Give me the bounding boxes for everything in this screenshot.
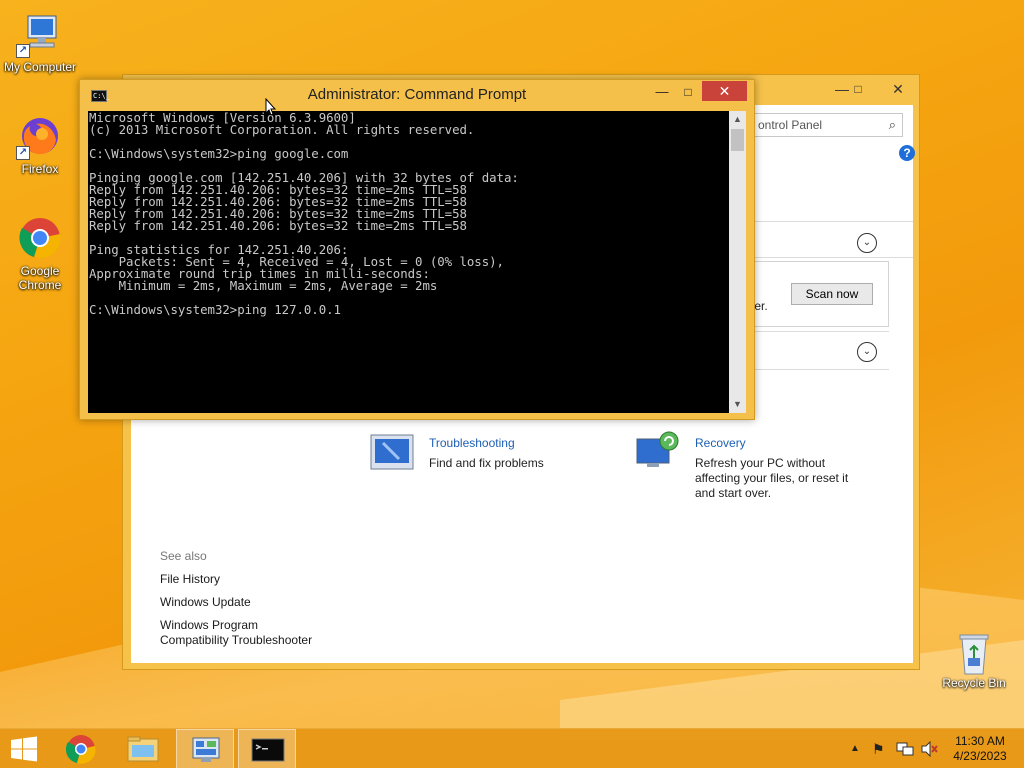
compat-troubleshooter-link-line2[interactable]: Compatibility Troubleshooter — [160, 633, 312, 648]
mouse-cursor-icon — [265, 97, 277, 116]
console-line: Minimum = 2ms, Maximum = 2ms, Average = … — [89, 278, 438, 293]
scroll-up-icon[interactable]: ▲ — [729, 111, 746, 128]
chrome-icon — [16, 214, 64, 262]
taskbar: ▲ ⚑ 11:30 AM 4/23/2023 — [0, 728, 1024, 768]
windows-logo-icon — [11, 736, 37, 762]
taskbar-chrome[interactable] — [52, 729, 110, 768]
scroll-thumb[interactable] — [731, 129, 744, 151]
control-panel-icon — [192, 737, 220, 762]
recovery-link[interactable]: Recovery — [695, 436, 746, 450]
network-icon[interactable] — [896, 741, 916, 757]
folder-icon — [127, 736, 159, 762]
taskbar-command-prompt[interactable] — [238, 729, 296, 768]
divider — [751, 331, 889, 332]
recovery-desc-line: and start over. — [695, 486, 772, 500]
scan-now-button[interactable]: Scan now — [791, 283, 873, 305]
recycle-bin-icon — [950, 632, 998, 675]
shortcut-arrow-icon: ↗ — [16, 146, 30, 160]
troubleshooting-icon[interactable] — [369, 433, 415, 473]
start-button[interactable] — [0, 729, 48, 768]
clock-time: 11:30 AM — [955, 734, 1005, 748]
shortcut-arrow-icon: ↗ — [16, 44, 30, 58]
troubleshooting-desc: Find and fix problems — [429, 456, 544, 470]
desktop-icon-recycle-bin[interactable]: Recycle Bin — [934, 632, 1014, 690]
see-also-heading: See also — [160, 549, 207, 563]
recovery-desc-line: affecting your files, or reset it — [695, 471, 849, 485]
clock-date: 4/23/2023 — [953, 749, 1007, 763]
show-hidden-icons-icon[interactable]: ▲ — [850, 729, 864, 768]
clock[interactable]: 11:30 AM 4/23/2023 — [946, 734, 1014, 764]
cmd-icon — [251, 738, 285, 762]
chevron-down-icon[interactable]: ⌄ — [857, 233, 877, 253]
taskbar-file-explorer[interactable] — [114, 729, 172, 768]
divider — [751, 369, 889, 370]
console-line: C:\Windows\system32>ping google.com — [89, 146, 349, 161]
recovery-icon[interactable] — [633, 429, 679, 469]
console-line: Reply from 142.251.40.206: bytes=32 time… — [89, 218, 467, 233]
compat-troubleshooter-link[interactable]: Windows Program — [160, 618, 258, 633]
minimize-button[interactable]: — — [650, 82, 674, 102]
desktop-icon-chrome[interactable]: Google Chrome — [0, 214, 80, 292]
close-button[interactable]: ✕ — [702, 81, 747, 101]
help-icon[interactable]: ? — [899, 145, 915, 161]
divider — [751, 257, 913, 258]
command-prompt-window[interactable]: C:\_ Administrator: Command Prompt — □ ✕… — [79, 79, 755, 420]
chevron-down-icon[interactable]: ⌄ — [857, 342, 877, 362]
desktop-icon-label: Google Chrome — [18, 264, 62, 292]
action-center-flag-icon[interactable]: ⚑ — [872, 729, 890, 768]
volume-muted-icon[interactable] — [920, 740, 940, 758]
maximize-button[interactable]: □ — [845, 79, 871, 99]
search-icon[interactable]: ⌕ — [889, 117, 896, 133]
console-output[interactable]: Microsoft Windows [Version 6.3.9600] (c) … — [88, 111, 729, 413]
maximize-button[interactable]: □ — [676, 82, 700, 102]
taskbar-control-panel[interactable] — [176, 729, 234, 768]
scrollbar[interactable]: ▲ ▼ — [729, 111, 746, 413]
computer-icon: ↗ — [16, 10, 64, 58]
chrome-icon — [65, 735, 96, 764]
desktop-icon-firefox[interactable]: ↗ Firefox — [0, 112, 80, 176]
search-input[interactable]: ontrol Panel ⌕ — [751, 113, 903, 137]
windows-update-link[interactable]: Windows Update — [160, 595, 251, 610]
recovery-desc-line: Refresh your PC without — [695, 456, 826, 470]
console-line: (c) 2013 Microsoft Corporation. All righ… — [89, 122, 475, 137]
divider — [751, 221, 913, 222]
desktop-icon-label: Recycle Bin — [942, 676, 1006, 690]
troubleshooting-link[interactable]: Troubleshooting — [429, 436, 515, 450]
search-placeholder: ontrol Panel — [758, 118, 823, 132]
desktop-icon-my-computer[interactable]: ↗ My Computer — [0, 10, 80, 74]
close-button[interactable]: ✕ — [880, 79, 916, 99]
firefox-icon: ↗ — [16, 112, 64, 160]
file-history-link[interactable]: File History — [160, 572, 220, 587]
desktop-icon-label: My Computer — [3, 60, 77, 74]
desktop-icon-label: Firefox — [21, 162, 59, 176]
console-line: C:\Windows\system32>ping 127.0.0.1 — [89, 302, 341, 317]
scroll-down-icon[interactable]: ▼ — [729, 396, 746, 413]
